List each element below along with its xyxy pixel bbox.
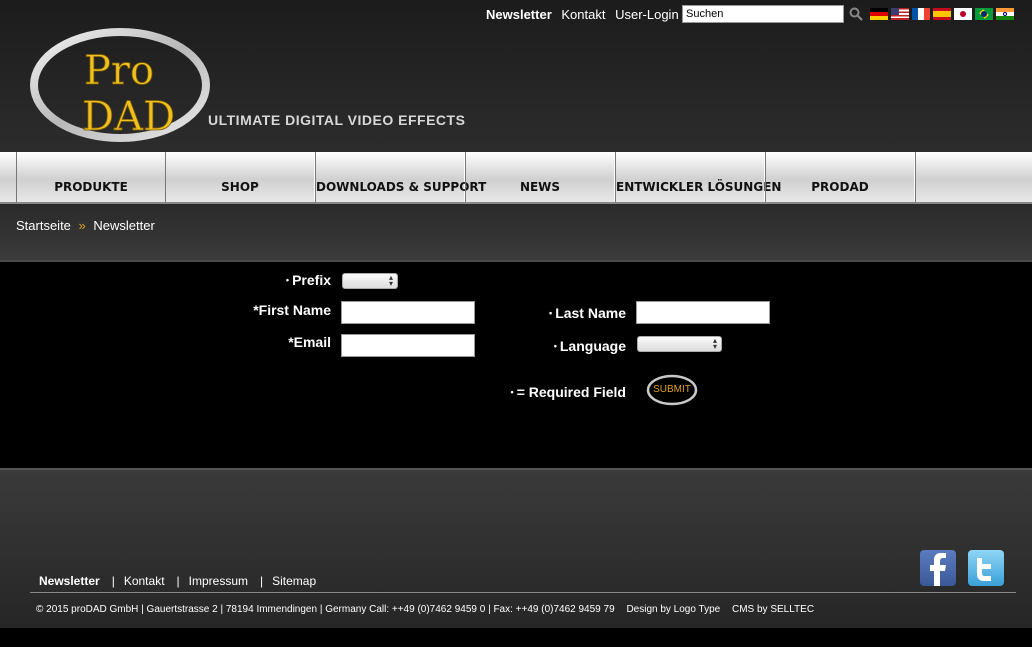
twitter-icon[interactable] bbox=[968, 550, 1004, 586]
facebook-icon[interactable] bbox=[920, 550, 956, 586]
last-name-input[interactable] bbox=[636, 301, 770, 324]
fr-flag-icon[interactable] bbox=[912, 8, 930, 20]
nav-produkte[interactable]: PRODUKTE bbox=[16, 152, 166, 202]
de-flag-icon[interactable] bbox=[870, 8, 888, 20]
breadcrumb-bar: Startseite » Newsletter bbox=[0, 204, 1032, 262]
nav-spacer bbox=[915, 152, 1032, 202]
jp-flag-icon[interactable] bbox=[954, 8, 972, 20]
search-input[interactable] bbox=[682, 5, 844, 23]
main-nav: PRODUKTE SHOP DOWNLOADS & SUPPORT NEWS E… bbox=[0, 152, 1032, 204]
in-flag-icon[interactable] bbox=[996, 8, 1014, 20]
slogan: ULTIMATE DIGITAL VIDEO EFFECTS bbox=[208, 112, 466, 128]
submit-button[interactable]: SUBMIT bbox=[646, 374, 698, 406]
nav-downloads-support[interactable]: DOWNLOADS & SUPPORT bbox=[315, 152, 486, 202]
site-header: Newsletter Kontakt User-Login Pro DAD UL… bbox=[0, 0, 1032, 152]
first-name-label: *First Name bbox=[253, 302, 331, 318]
submit-label: SUBMIT bbox=[653, 384, 691, 395]
language-flags bbox=[870, 8, 1014, 20]
breadcrumb-current: Newsletter bbox=[93, 218, 155, 233]
top-link-newsletter[interactable]: Newsletter bbox=[486, 7, 552, 22]
search-icon[interactable] bbox=[849, 7, 863, 21]
footer-link-kontakt[interactable]: Kontakt bbox=[124, 574, 165, 588]
br-flag-icon[interactable] bbox=[975, 8, 993, 20]
logo-dad: DAD bbox=[82, 94, 175, 140]
breadcrumb: Startseite » Newsletter bbox=[16, 218, 155, 233]
top-links: Newsletter Kontakt User-Login bbox=[486, 7, 685, 22]
top-link-user-login[interactable]: User-Login bbox=[615, 7, 679, 22]
footer-divider bbox=[30, 592, 1016, 593]
email-input[interactable] bbox=[341, 334, 475, 357]
required-note: • = Required Field bbox=[510, 384, 626, 400]
nav-prodad[interactable]: PRODAD bbox=[765, 152, 915, 202]
nav-news[interactable]: NEWS bbox=[465, 152, 615, 202]
prefix-label: • Prefix bbox=[285, 272, 331, 288]
nav-shop[interactable]: SHOP bbox=[165, 152, 315, 202]
breadcrumb-separator: » bbox=[78, 218, 86, 233]
email-label: *Email bbox=[288, 334, 331, 350]
top-link-kontakt[interactable]: Kontakt bbox=[561, 7, 605, 22]
es-flag-icon[interactable] bbox=[933, 8, 951, 20]
us-flag-icon[interactable] bbox=[891, 8, 909, 20]
cms-credit[interactable]: CMS by SELLTEC bbox=[732, 604, 814, 615]
logo-pro: Pro bbox=[84, 48, 154, 94]
copyright: © 2015 proDAD GmbH | Gauertstrasse 2 | 7… bbox=[36, 604, 823, 615]
site-footer: Newsletter | Kontakt | Impressum | Sitemap © 2… bbox=[0, 468, 1032, 628]
footer-link-newsletter[interactable]: Newsletter bbox=[39, 574, 100, 588]
last-name-label: • Last Name bbox=[549, 305, 626, 321]
design-credit[interactable]: Design by Logo Type bbox=[626, 604, 720, 615]
nav-entwickler-loesungen[interactable]: ENTWICKLER LÖSUNGEN bbox=[615, 152, 781, 202]
footer-link-sitemap[interactable]: Sitemap bbox=[272, 574, 316, 588]
footer-link-impressum[interactable]: Impressum bbox=[189, 574, 248, 588]
language-select[interactable]: ▴ ▾ bbox=[637, 336, 722, 352]
footer-links: Newsletter | Kontakt | Impressum | Sitemap bbox=[39, 574, 317, 588]
first-name-input[interactable] bbox=[341, 301, 475, 324]
copyright-text: © 2015 proDAD GmbH | Gauertstrasse 2 | 7… bbox=[36, 604, 615, 615]
prodad-logo[interactable]: Pro DAD bbox=[28, 26, 213, 144]
prefix-select[interactable]: ▴ ▾ bbox=[342, 273, 398, 289]
breadcrumb-home[interactable]: Startseite bbox=[16, 218, 71, 233]
language-label: • Language bbox=[553, 338, 626, 354]
newsletter-form: • Prefix ▴ ▾ *First Name *Email • Last Name… bbox=[0, 262, 1032, 468]
